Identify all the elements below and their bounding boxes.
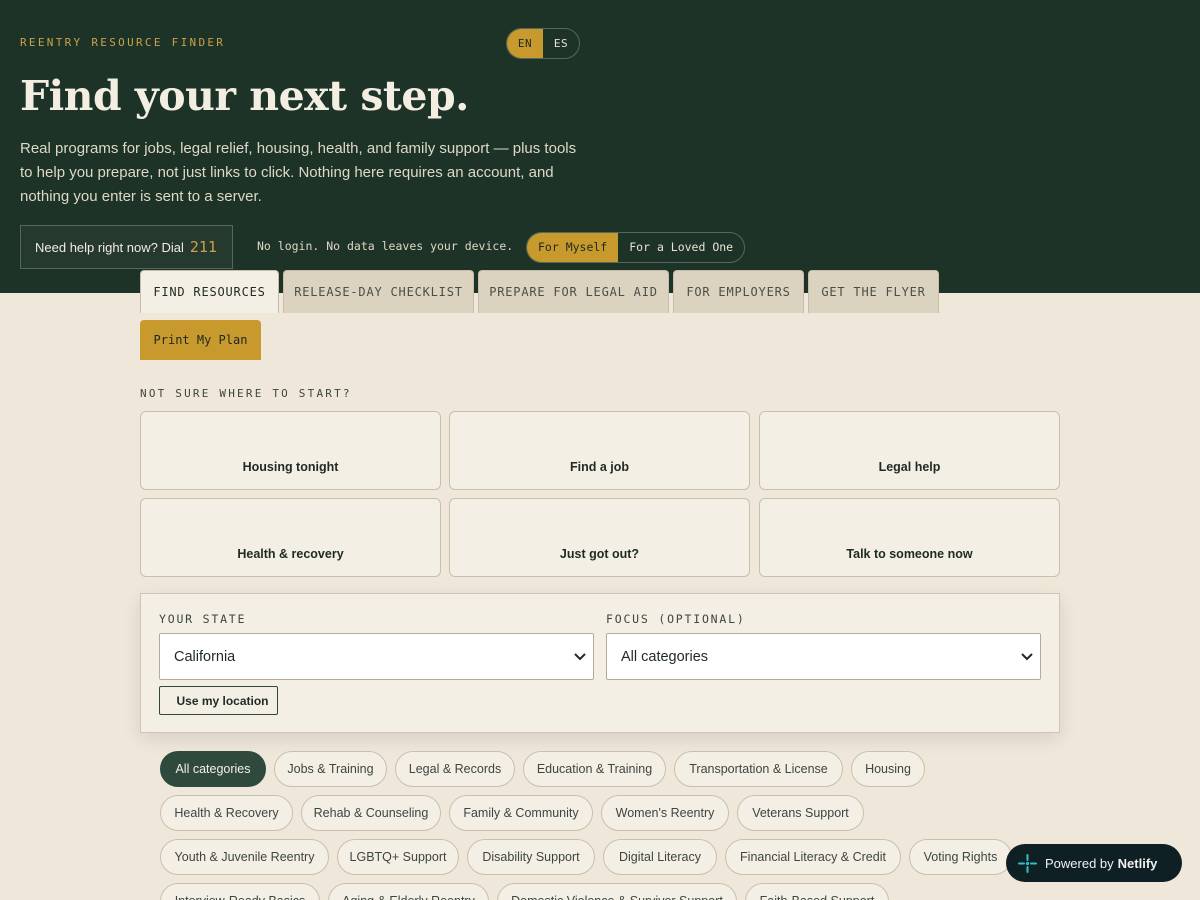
tab-get-the-flyer[interactable]: GET THE FLYER	[808, 270, 939, 313]
audience-toggle: For Myself For a Loved One	[526, 232, 746, 263]
category-chip[interactable]: All categories	[160, 751, 266, 787]
quick-card-job[interactable]: Find a job	[449, 411, 750, 490]
category-chip[interactable]: Legal & Records	[395, 751, 515, 787]
quick-card-health[interactable]: Health & recovery	[140, 498, 441, 577]
category-chip[interactable]: Transportation & License	[674, 751, 843, 787]
category-chip[interactable]: Family & Community	[449, 795, 593, 831]
language-en-button[interactable]: EN	[507, 29, 543, 58]
state-label: YOUR STATE	[159, 612, 247, 626]
language-toggle: EN ES	[506, 28, 580, 59]
quick-card-just-out[interactable]: Just got out?	[449, 498, 750, 577]
quick-card-talk[interactable]: Talk to someone now	[759, 498, 1060, 577]
state-select[interactable]: California	[159, 633, 594, 680]
help-text: Need help right now? Dial	[35, 239, 184, 255]
netlify-name: Netlify	[1117, 855, 1158, 871]
focus-select-value: All categories	[621, 648, 709, 665]
chevron-down-icon	[574, 653, 586, 661]
category-chip[interactable]: Interview-Ready Basics	[160, 883, 320, 900]
page-title: Find your next step.	[20, 72, 469, 120]
privacy-note: No login. No data leaves your device.	[257, 239, 514, 253]
focus-label: FOCUS (OPTIONAL)	[606, 612, 746, 626]
category-chip[interactable]: Financial Literacy & Credit	[725, 839, 901, 875]
start-heading: NOT SURE WHERE TO START?	[140, 387, 352, 400]
category-chip[interactable]: Digital Literacy	[603, 839, 717, 875]
category-chip[interactable]: Jobs & Training	[274, 751, 387, 787]
category-chip[interactable]: Health & Recovery	[160, 795, 293, 831]
category-chip[interactable]: Voting Rights	[909, 839, 1012, 875]
for-myself-button[interactable]: For Myself	[527, 233, 619, 262]
tab-for-employers[interactable]: FOR EMPLOYERS	[673, 270, 804, 313]
category-chip[interactable]: Housing	[851, 751, 925, 787]
netlify-prefix: Powered by	[1045, 855, 1114, 871]
category-chip[interactable]: LGBTQ+ Support	[337, 839, 459, 875]
use-location-button[interactable]: Use my location	[159, 686, 278, 715]
for-loved-one-button[interactable]: For a Loved One	[618, 233, 744, 262]
help-number[interactable]: 211	[190, 238, 217, 256]
tab-find-resources[interactable]: FIND RESOURCES	[140, 270, 279, 313]
category-chip[interactable]: Faith-Based Support	[745, 883, 889, 900]
help-hotline[interactable]: Need help right now? Dial 211	[20, 225, 233, 269]
brand-name: REENTRY RESOURCE FINDER	[20, 36, 226, 49]
category-chip[interactable]: Domestic Violence & Survivor Support	[497, 883, 737, 900]
tab-prepare-legal-aid[interactable]: PREPARE FOR LEGAL AID	[478, 270, 669, 313]
language-es-button[interactable]: ES	[543, 29, 579, 58]
tab-release-day-checklist[interactable]: RELEASE-DAY CHECKLIST	[283, 270, 474, 313]
category-chip[interactable]: Youth & Juvenile Reentry	[160, 839, 329, 875]
quick-card-housing[interactable]: Housing tonight	[140, 411, 441, 490]
category-chip[interactable]: Women's Reentry	[601, 795, 729, 831]
netlify-badge[interactable]: Powered by Netlify	[1006, 844, 1182, 882]
hero-description: Real programs for jobs, legal relief, ho…	[20, 140, 577, 205]
category-chip[interactable]: Veterans Support	[737, 795, 864, 831]
print-plan-button[interactable]: Print My Plan	[140, 320, 261, 360]
category-chip[interactable]: Disability Support	[467, 839, 595, 875]
category-chip[interactable]: Education & Training	[523, 751, 666, 787]
category-chip[interactable]: Rehab & Counseling	[301, 795, 441, 831]
quick-card-legal[interactable]: Legal help	[759, 411, 1060, 490]
chevron-down-icon	[1021, 653, 1033, 661]
filter-panel: YOUR STATE California FOCUS (OPTIONAL) A…	[140, 593, 1060, 733]
focus-select[interactable]: All categories	[606, 633, 1041, 680]
hero-section: REENTRY RESOURCE FINDER EN ES Find your …	[0, 0, 1200, 293]
netlify-logo-icon	[1018, 853, 1037, 873]
category-chip[interactable]: Aging & Elderly Reentry	[328, 883, 489, 900]
state-select-value: California	[174, 648, 236, 665]
